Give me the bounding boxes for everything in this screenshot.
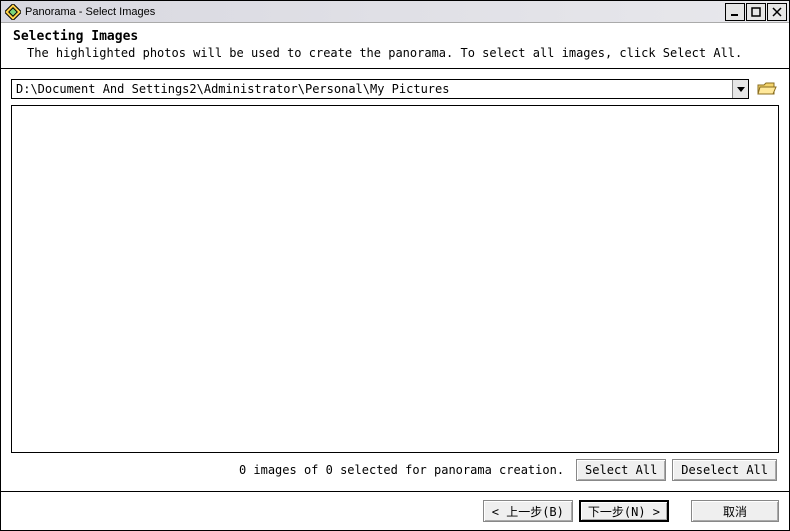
- window-title: Panorama - Select Images: [25, 6, 720, 18]
- page-description: The highlighted photos will be used to c…: [13, 46, 777, 60]
- maximize-button[interactable]: [746, 3, 766, 21]
- browse-folder-button[interactable]: [755, 79, 779, 99]
- content-area: D:\Document And Settings2\Administrator\…: [1, 69, 789, 491]
- image-list-area[interactable]: [11, 105, 779, 453]
- cancel-button[interactable]: 取消: [691, 500, 779, 522]
- path-combobox[interactable]: D:\Document And Settings2\Administrator\…: [11, 79, 749, 99]
- back-button[interactable]: < 上一步(B): [483, 500, 573, 522]
- header-panel: Selecting Images The highlighted photos …: [1, 23, 789, 69]
- titlebar: Panorama - Select Images: [1, 1, 789, 23]
- close-button[interactable]: [767, 3, 787, 21]
- app-icon: [5, 4, 21, 20]
- status-row: 0 images of 0 selected for panorama crea…: [11, 453, 779, 485]
- page-heading: Selecting Images: [13, 29, 777, 44]
- deselect-all-button[interactable]: Deselect All: [672, 459, 777, 481]
- wizard-footer: < 上一步(B) 下一步(N) > 取消: [1, 491, 789, 530]
- minimize-button[interactable]: [725, 3, 745, 21]
- spacer: [675, 500, 685, 522]
- window-controls: [724, 3, 787, 21]
- path-row: D:\Document And Settings2\Administrator\…: [11, 79, 779, 99]
- selection-status: 0 images of 0 selected for panorama crea…: [13, 463, 570, 477]
- open-folder-icon: [757, 81, 777, 97]
- next-button[interactable]: 下一步(N) >: [579, 500, 669, 522]
- select-all-button[interactable]: Select All: [576, 459, 666, 481]
- chevron-down-icon: [737, 85, 745, 93]
- path-value: D:\Document And Settings2\Administrator\…: [12, 82, 732, 96]
- app-window: Panorama - Select Images Selecting Image…: [0, 0, 790, 531]
- path-dropdown-button[interactable]: [732, 80, 748, 98]
